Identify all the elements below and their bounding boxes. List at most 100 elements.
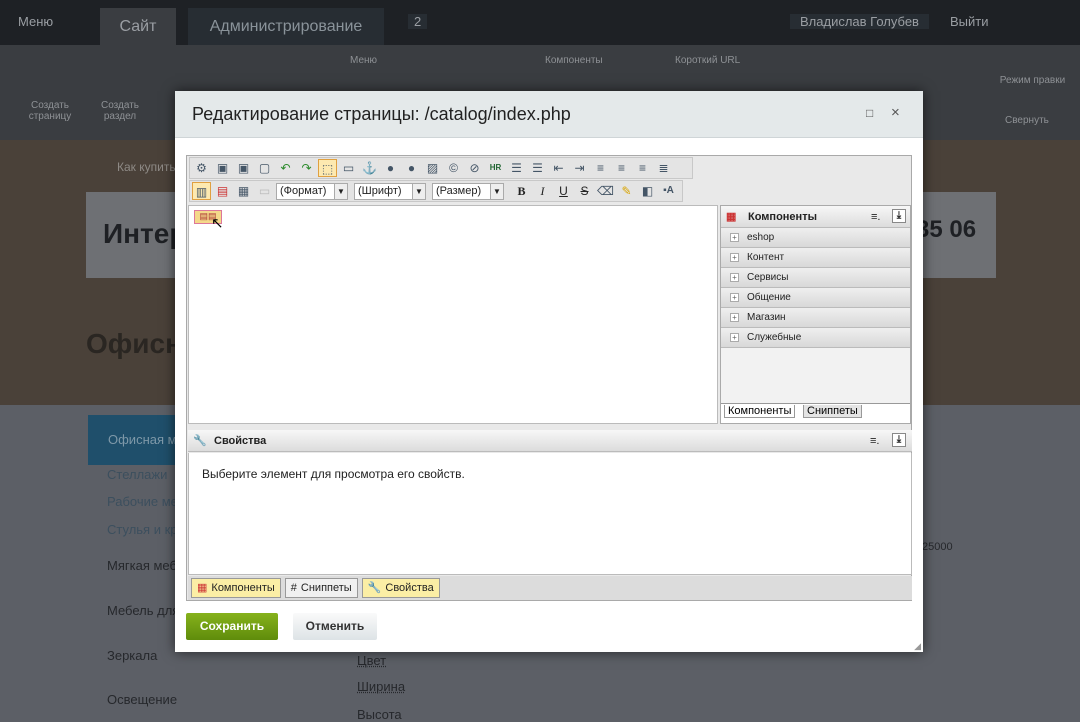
bullet-list-icon[interactable]: ☰ bbox=[528, 159, 547, 177]
wrap-icon[interactable]: ▭ bbox=[255, 182, 274, 200]
outdent-icon[interactable]: ⇤ bbox=[549, 159, 568, 177]
bg-color-icon[interactable]: ▪A bbox=[659, 182, 678, 200]
component-group-label: Магазин bbox=[747, 312, 786, 323]
paste-word-icon[interactable]: ▣ bbox=[213, 159, 232, 177]
panel-menu-icon[interactable]: ≡. bbox=[871, 206, 880, 228]
flash-icon[interactable]: ⊘ bbox=[465, 159, 484, 177]
bottom-tab-properties[interactable]: 🔧 Свойства bbox=[361, 578, 440, 598]
filter-item[interactable]: Ширина bbox=[357, 679, 405, 694]
ordered-list-icon[interactable]: ☰ bbox=[507, 159, 526, 177]
font-select[interactable]: (Шрифт) ▼ bbox=[354, 182, 426, 200]
category-active[interactable]: Офисная мебель bbox=[88, 415, 212, 465]
short-url-dropdown[interactable]: Короткий URL bbox=[675, 55, 740, 66]
anchor-icon[interactable]: ⚓ bbox=[360, 159, 379, 177]
unlink-icon[interactable]: ● bbox=[402, 159, 421, 177]
tab-snippets[interactable]: Сниппеты bbox=[803, 405, 862, 418]
image-icon[interactable]: ▨ bbox=[423, 159, 442, 177]
component-group-label: Контент bbox=[747, 252, 785, 263]
component-group[interactable]: + Контент bbox=[721, 248, 910, 268]
editor-toolbar-row-1: ⚙ ▣ ▣ ▢ ↶ ↷ ⬚ ▭ ⚓ ● ● ▨ © ⊘ HR ☰ ☰ ⇤ ⇥ ≡ ≡ ≡ ≣ bbox=[189, 157, 693, 179]
hr-icon[interactable]: HR bbox=[486, 159, 505, 177]
expand-icon[interactable]: + bbox=[730, 313, 739, 322]
expand-icon[interactable]: + bbox=[730, 333, 739, 342]
align-center-icon[interactable]: ≡ bbox=[612, 159, 631, 177]
notifications-badge[interactable]: 2 bbox=[408, 14, 428, 29]
link-icon[interactable]: ● bbox=[381, 159, 400, 177]
components-icon: ▦ bbox=[197, 582, 208, 594]
component-group[interactable]: + eshop bbox=[721, 228, 910, 248]
tab-site[interactable]: Сайт bbox=[100, 8, 176, 45]
bottom-tab-components[interactable]: ▦ Компоненты bbox=[191, 578, 281, 598]
html-editor: ⚙ ▣ ▣ ▢ ↶ ↷ ⬚ ▭ ⚓ ● ● ▨ © ⊘ HR ☰ ☰ ⇤ ⇥ ≡ ≡ ≡ ≣ ▥ ▤ ▦ ▭ (Формат… bbox=[186, 155, 912, 601]
edit-mode-toggle[interactable]: Режим правки bbox=[995, 75, 1070, 86]
align-right-icon[interactable]: ≡ bbox=[633, 159, 652, 177]
menu-dropdown[interactable]: Меню bbox=[350, 55, 377, 66]
component-group[interactable]: + Общение bbox=[721, 288, 910, 308]
size-select[interactable]: (Размер) ▼ bbox=[432, 182, 504, 200]
wrench-icon: 🔧 bbox=[193, 435, 207, 447]
save-button[interactable]: Сохранить bbox=[186, 613, 278, 640]
snippet-icon: # bbox=[290, 582, 297, 594]
panel-dock-icon[interactable]: ⤓ bbox=[892, 433, 906, 447]
select-all-icon[interactable]: ⬚ bbox=[318, 159, 337, 177]
visual-mode-icon[interactable]: ▥ bbox=[192, 182, 211, 200]
component-group[interactable]: + Сервисы bbox=[721, 268, 910, 288]
create-section-button[interactable]: Создать раздел bbox=[90, 100, 150, 122]
component-group[interactable]: + Служебные bbox=[721, 328, 910, 348]
paste-icon[interactable]: ▢ bbox=[255, 159, 274, 177]
tab-administration[interactable]: Администрирование bbox=[188, 8, 384, 45]
maximize-icon[interactable]: □ bbox=[866, 106, 873, 120]
table-icon[interactable]: ▭ bbox=[339, 159, 358, 177]
align-left-icon[interactable]: ≡ bbox=[591, 159, 610, 177]
copyright-icon[interactable]: © bbox=[444, 159, 463, 177]
cancel-button[interactable]: Отменить bbox=[293, 613, 377, 640]
properties-header: 🔧 Свойства ≡. ⤓ bbox=[188, 430, 912, 452]
component-group-label: Сервисы bbox=[747, 272, 789, 283]
editor-bottom-tabs: ▦ Компоненты # Сниппеты 🔧 Свойства bbox=[188, 576, 912, 600]
format-select[interactable]: (Формат) ▼ bbox=[276, 182, 348, 200]
indent-icon[interactable]: ⇥ bbox=[570, 159, 589, 177]
redo-icon[interactable]: ↷ bbox=[297, 159, 316, 177]
components-panel-tabs: Компоненты Сниппеты bbox=[721, 403, 910, 423]
split-mode-icon[interactable]: ▦ bbox=[234, 182, 253, 200]
logout-link[interactable]: Выйти bbox=[950, 14, 989, 29]
component-group-label: eshop bbox=[747, 232, 775, 243]
components-dropdown[interactable]: Компоненты bbox=[545, 55, 603, 66]
expand-icon[interactable]: + bbox=[730, 273, 739, 282]
expand-icon[interactable]: + bbox=[730, 233, 739, 242]
editor-content-area[interactable]: ▤▤ ↖ bbox=[188, 205, 718, 424]
settings-icon[interactable]: ⚙ bbox=[192, 159, 211, 177]
close-icon[interactable]: × bbox=[891, 104, 900, 121]
eraser-icon[interactable]: ⌫ bbox=[596, 182, 615, 200]
panel-menu-icon[interactable]: ≡. bbox=[870, 430, 879, 452]
text-color-icon[interactable]: ◧ bbox=[638, 182, 657, 200]
wrench-icon: 🔧 bbox=[367, 582, 382, 594]
collapse-button[interactable]: Свернуть bbox=[1005, 115, 1049, 126]
resize-handle-icon[interactable]: ◢ bbox=[914, 641, 921, 652]
menu-button[interactable]: Меню bbox=[18, 14, 53, 29]
paste-text-icon[interactable]: ▣ bbox=[234, 159, 253, 177]
bottom-tab-snippets[interactable]: # Сниппеты bbox=[284, 578, 358, 598]
italic-button[interactable]: I bbox=[533, 182, 552, 200]
user-button[interactable]: Владислав Голубев bbox=[790, 14, 929, 29]
tab-components[interactable]: Компоненты bbox=[724, 405, 796, 418]
components-icon: ▦ bbox=[726, 211, 737, 223]
expand-icon[interactable]: + bbox=[730, 253, 739, 262]
code-mode-icon[interactable]: ▤ bbox=[213, 182, 232, 200]
underline-button[interactable]: U bbox=[554, 182, 573, 200]
clean-brush-icon[interactable]: ✎ bbox=[617, 182, 636, 200]
category-item[interactable]: Стеллажи bbox=[107, 467, 167, 482]
filter-item[interactable]: Цвет bbox=[357, 653, 386, 668]
create-page-button[interactable]: Создать страницу bbox=[20, 100, 80, 122]
expand-icon[interactable]: + bbox=[730, 293, 739, 302]
justify-icon[interactable]: ≣ bbox=[654, 159, 673, 177]
undo-icon[interactable]: ↶ bbox=[276, 159, 295, 177]
component-group[interactable]: + Магазин bbox=[721, 308, 910, 328]
strike-button[interactable]: S bbox=[575, 182, 594, 200]
category-item[interactable]: Зеркала bbox=[107, 648, 157, 663]
panel-dock-icon[interactable]: ⤓ bbox=[892, 209, 906, 223]
bold-button[interactable]: B bbox=[512, 182, 531, 200]
site-phone: 35 06 bbox=[916, 216, 977, 243]
breadcrumb[interactable]: Как купить bbox=[117, 160, 176, 174]
category-item[interactable]: Освещение bbox=[107, 692, 177, 707]
